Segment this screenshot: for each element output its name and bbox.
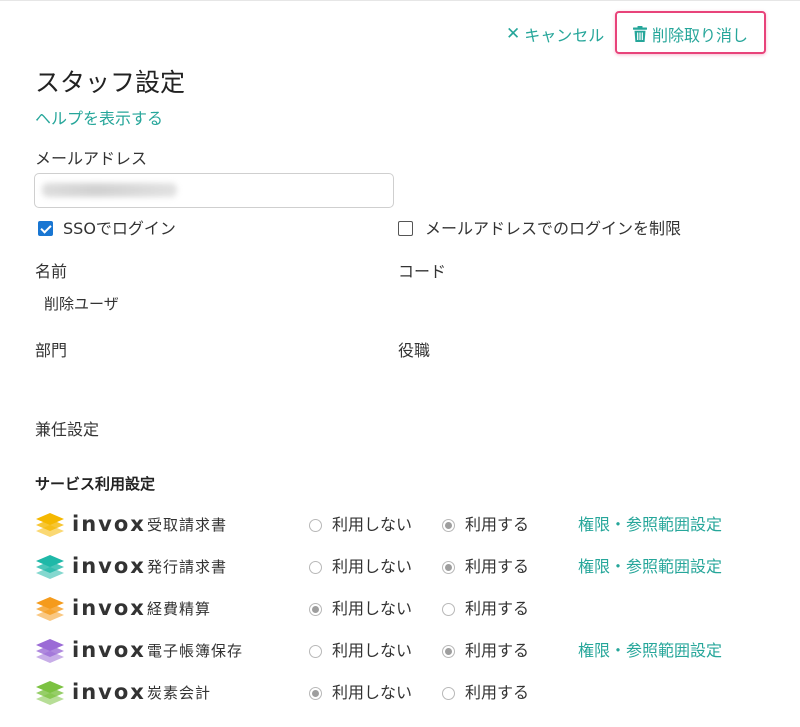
page-title: スタッフ設定 [35, 68, 186, 97]
service-option-no-radio[interactable] [309, 687, 322, 700]
service-option-yes-radio[interactable] [442, 519, 455, 532]
code-label: コード [398, 262, 447, 281]
service-brand: invox [72, 554, 146, 578]
position-label: 役職 [398, 341, 431, 360]
service-option-yes-radio[interactable] [442, 687, 455, 700]
trash-icon [633, 26, 647, 42]
service-row: invox 経費精算 利用しない 利用する [0, 588, 800, 630]
permission-settings-link[interactable]: 権限・参照範囲設定 [578, 640, 722, 662]
service-name: 経費精算 [147, 600, 212, 618]
service-option-no-label: 利用しない [332, 515, 413, 534]
invox-logo-icon [36, 639, 64, 663]
invox-logo-icon [36, 555, 64, 579]
undo-delete-button[interactable]: 削除取り消し [633, 22, 748, 46]
invox-logo-icon [36, 513, 64, 537]
service-option-yes-label: 利用する [465, 515, 530, 534]
undo-delete-label: 削除取り消し [652, 26, 749, 45]
email-label: メールアドレス [35, 149, 148, 168]
concurrent-label: 兼任設定 [35, 420, 100, 439]
service-row: invox 電子帳簿保存 利用しない 利用する 権限・参照範囲設定 [0, 630, 800, 672]
service-option-no-radio[interactable] [309, 603, 322, 616]
email-value-redacted [42, 183, 177, 197]
invox-logo-icon [36, 597, 64, 621]
service-brand: invox [72, 512, 146, 536]
restrict-email-login-checkbox[interactable] [398, 221, 413, 236]
invox-logo-icon [36, 681, 64, 705]
permission-settings-link[interactable]: 権限・参照範囲設定 [578, 514, 722, 536]
close-icon: ✕ [506, 24, 521, 44]
service-row: invox 受取請求書 利用しない 利用する 権限・参照範囲設定 [0, 504, 800, 546]
service-brand: invox [72, 638, 146, 662]
help-link[interactable]: ヘルプを表示する [35, 107, 163, 131]
sso-login-checkbox[interactable] [38, 221, 53, 236]
department-label: 部門 [35, 341, 68, 360]
service-row: invox 発行請求書 利用しない 利用する 権限・参照範囲設定 [0, 546, 800, 588]
service-option-no-label: 利用しない [332, 641, 413, 660]
service-option-no-radio[interactable] [309, 519, 322, 532]
service-row: invox 炭素会計 利用しない 利用する [0, 672, 800, 714]
service-settings-title: サービス利用設定 [35, 475, 156, 493]
service-option-yes-label: 利用する [465, 557, 530, 576]
restrict-email-login-label: メールアドレスでのログインを制限 [425, 219, 682, 238]
name-value: 削除ユーザ [44, 295, 119, 313]
service-option-yes-radio[interactable] [442, 645, 455, 658]
service-name: 発行請求書 [147, 558, 228, 576]
service-option-no-label: 利用しない [332, 599, 413, 618]
permission-settings-link[interactable]: 権限・参照範囲設定 [578, 556, 722, 578]
name-label: 名前 [35, 262, 68, 281]
service-brand: invox [72, 596, 146, 620]
service-brand: invox [72, 680, 146, 704]
service-option-no-label: 利用しない [332, 557, 413, 576]
cancel-label: キャンセル [524, 26, 605, 45]
service-option-no-radio[interactable] [309, 561, 322, 574]
service-name: 受取請求書 [147, 516, 228, 534]
service-option-yes-radio[interactable] [442, 561, 455, 574]
service-option-yes-label: 利用する [465, 683, 530, 702]
service-name: 電子帳簿保存 [147, 642, 244, 660]
sso-login-label: SSOでログイン [63, 219, 176, 238]
service-name: 炭素会計 [147, 684, 212, 702]
top-divider [0, 0, 800, 1]
service-option-yes-label: 利用する [465, 641, 530, 660]
service-option-yes-label: 利用する [465, 599, 530, 618]
service-option-no-label: 利用しない [332, 683, 413, 702]
service-option-yes-radio[interactable] [442, 603, 455, 616]
service-option-no-radio[interactable] [309, 645, 322, 658]
cancel-button[interactable]: ✕ キャンセル [506, 22, 604, 46]
